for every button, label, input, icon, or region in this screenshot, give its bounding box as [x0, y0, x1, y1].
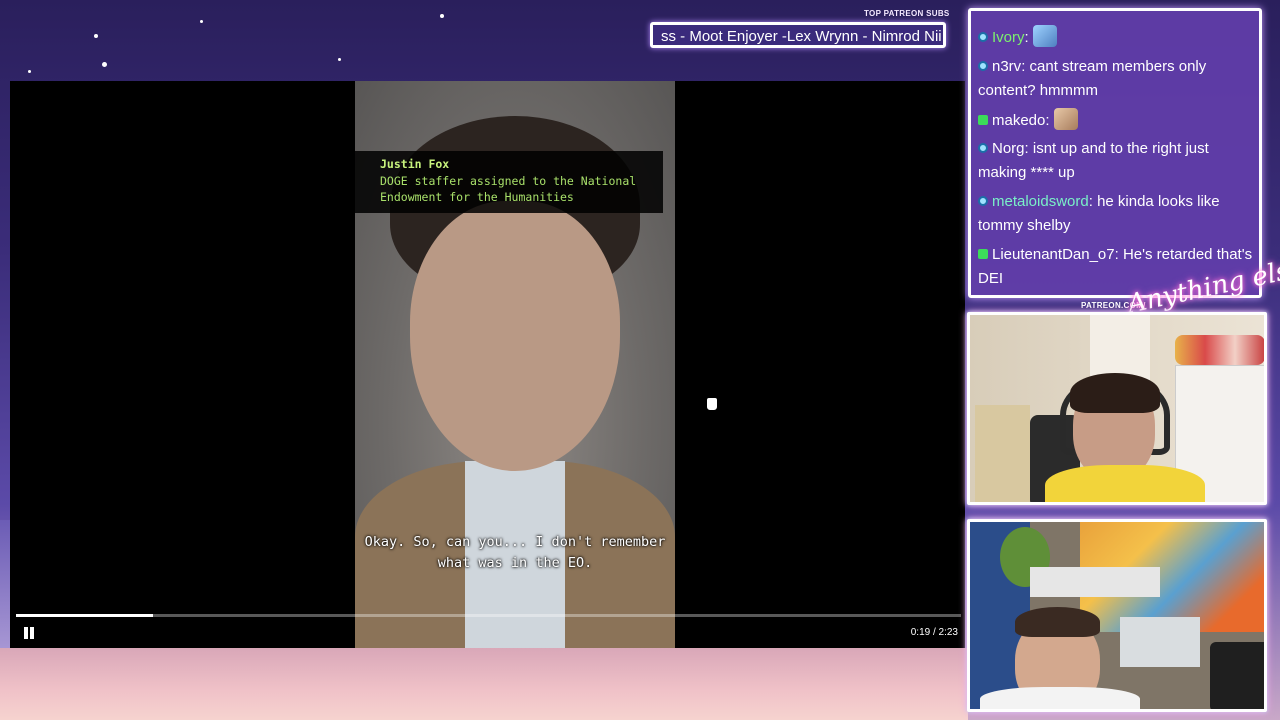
pause-icon [24, 627, 28, 639]
ticker-title: TOP PATREON SUBS [864, 9, 950, 18]
lower-third: Justin Fox DOGE staffer assigned to the … [355, 151, 663, 213]
webcam-person-shirt [980, 687, 1140, 709]
chat-message: metaloidsword: he kinda looks like tommy… [978, 193, 1220, 234]
chat-message: Ivory: [978, 25, 1253, 50]
ticker-text: ss - Moot Enjoyer -Lex Wrynn - Nimrod Ni… [661, 28, 942, 45]
webcam-person-shirt [1045, 465, 1205, 502]
webcam-person-hair [1070, 373, 1160, 413]
cat-emote-icon [1053, 108, 1078, 130]
lower-third-name: Justin Fox [380, 157, 450, 171]
lower-third-role: DOGE staffer assigned to the National En… [380, 174, 637, 204]
chat-message: Norg: isnt up and to the right just maki… [978, 140, 1209, 181]
badge-icon [978, 32, 988, 42]
chat-message: n3rv: cant stream members only content? … [978, 58, 1207, 99]
background-bottom [0, 648, 968, 720]
chat-username: makedo [992, 112, 1046, 129]
video-caption: Okay. So, can you... I don't remember wh… [364, 534, 666, 571]
background-star [338, 58, 341, 61]
progress-fill [16, 614, 154, 617]
webcam-plushies [1175, 335, 1264, 365]
avatar-emote-icon [1032, 25, 1057, 47]
background-star [440, 14, 444, 18]
background-star [200, 20, 203, 23]
background-star [94, 34, 98, 38]
webcam-cabinet [1120, 617, 1200, 667]
chat-username: Ivory [992, 29, 1025, 46]
pause-icon [30, 627, 34, 639]
badge-icon [978, 249, 988, 259]
chat-username: LieutenantDan_o7 [992, 246, 1115, 263]
time-display: 0:19 / 2:23 [910, 627, 958, 638]
chat-username: metaloidsword [992, 193, 1089, 210]
pause-button[interactable] [22, 626, 36, 640]
patreon-ticker: ss - Moot Enjoyer -Lex Wrynn - Nimrod Ni… [650, 22, 946, 48]
background-star [28, 70, 31, 73]
chat-username: Norg [992, 140, 1025, 157]
badge-icon [978, 143, 988, 153]
webcam-shelf [975, 405, 1030, 502]
badge-icon [978, 196, 988, 206]
badge-icon [978, 61, 988, 71]
webcam-streamer-1 [967, 312, 1267, 505]
video-person-face [410, 201, 620, 471]
background-star [102, 62, 107, 67]
video-player[interactable]: Justin Fox DOGE staffer assigned to the … [10, 81, 965, 648]
webcam-person-hair [1015, 607, 1100, 637]
webcam-mic-arm [1210, 642, 1264, 709]
chat-panel: Ivory: n3rv: cant stream members only co… [968, 8, 1262, 298]
hand-cursor-icon [706, 397, 718, 411]
chat-message: makedo: [978, 108, 1253, 133]
webcam-desk [1030, 567, 1160, 597]
progress-bar[interactable] [16, 614, 961, 617]
badge-icon [978, 115, 988, 125]
webcam-streamer-2 [967, 519, 1267, 712]
chat-username: n3rv [992, 58, 1022, 75]
